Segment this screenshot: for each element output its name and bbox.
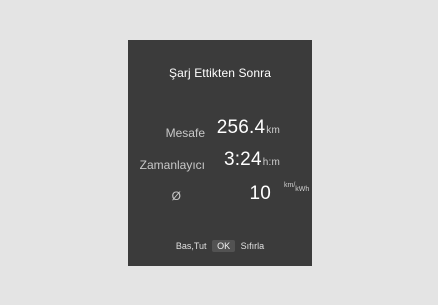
press-hold-text: Bas,Tut [175, 241, 207, 251]
average-unit-bottom: kWh [295, 186, 310, 193]
distance-label: Mesafe [165, 126, 205, 140]
average-unit: km/kWh [284, 182, 309, 193]
average-consumption-row: Ø 10 km/kWh [128, 181, 312, 205]
timer-row: Zamanlayıcı 3:24h:m [128, 149, 312, 174]
timer-label: Zamanlayıcı [139, 158, 205, 172]
ok-key-badge: OK [212, 240, 236, 252]
distance-value-group: 256.4km [217, 117, 280, 142]
timer-value-group: 3:24h:m [224, 149, 280, 174]
display-title: Şarj Ettikten Sonra [169, 66, 271, 80]
distance-value: 256.4 [216, 117, 266, 138]
average-value: 10 [249, 183, 271, 204]
reset-text: Sıfırla [240, 241, 265, 251]
distance-unit: km [266, 125, 280, 136]
reset-hint: Bas,Tut OK Sıfırla [128, 240, 312, 252]
trip-info-display: Şarj Ettikten Sonra Mesafe 256.4km Zaman… [128, 40, 312, 266]
timer-value: 3:24 [223, 149, 262, 170]
distance-row: Mesafe 256.4km [128, 117, 312, 142]
average-unit-top: km/ [284, 182, 296, 189]
timer-unit: h:m [262, 157, 280, 168]
average-symbol: Ø [171, 189, 181, 203]
